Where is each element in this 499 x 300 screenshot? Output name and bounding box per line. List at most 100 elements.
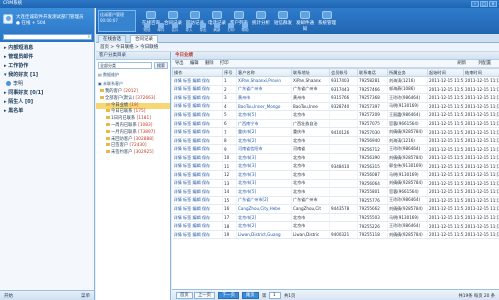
row-actions-link[interactable]: 详情 标签 编辑 保存	[174, 197, 211, 202]
row-actions-link[interactable]: 详情 标签 编辑 保存	[174, 138, 211, 143]
customer-name-link[interactable]: 黄州市	[238, 95, 250, 100]
contact-group[interactable]: ▸ 陌生人 [0]	[0, 98, 94, 107]
edit-button[interactable]: 编辑	[190, 61, 199, 66]
column-config-button[interactable]: 列配置	[478, 60, 491, 68]
customer-name-link[interactable]: 北京市[3]	[238, 172, 256, 177]
column-header[interactable]: 序号	[222, 68, 237, 77]
row-actions-link[interactable]: 详情 标签 编辑 保存	[174, 232, 211, 237]
row-actions-link[interactable]: 详情 标签 编辑 保存	[174, 121, 211, 126]
data-maintenance-link[interactable]: ▤ 数据维护	[98, 72, 168, 78]
page-input[interactable]: 1	[269, 292, 281, 299]
table-row[interactable]: 详情 标签 编辑 保存 17 北京市[2] 北京市 79255503 马明(9130169…	[172, 213, 499, 223]
row-actions-link[interactable]: 详情 标签 编辑 保存	[174, 78, 211, 83]
profile-status[interactable]: ● 在线 + 504	[16, 20, 46, 26]
last-page-button[interactable]: 尾页	[242, 292, 259, 299]
row-actions-link[interactable]: 详情 标签 编辑 保存	[174, 189, 211, 194]
row-actions-link[interactable]: 详情 标签 编辑 保存	[174, 180, 211, 185]
table-row[interactable]: 详情 标签 编辑 保存 12 北京市[3] 北京市 79256087 马明(9130169…	[172, 170, 499, 180]
row-actions-link[interactable]: 详情 标签 编辑 保存	[174, 95, 211, 100]
category-select[interactable]: 全部分类	[98, 62, 152, 69]
quick-button[interactable]: 帮助	[238, 23, 252, 33]
row-actions-link[interactable]: 详情 标签 编辑 保存	[174, 155, 211, 160]
quick-button[interactable]: 导出	[196, 23, 210, 33]
customer-name-link[interactable]: 北京市[2]	[238, 223, 256, 228]
quick-button[interactable]: 导入	[182, 23, 196, 33]
contact-group[interactable]: ▸ 工作协作	[0, 62, 94, 71]
table-row[interactable]: 详情 标签 编辑 保存 11 北京市[3] 北京市 9348410 79256315 郭金伟…	[172, 161, 499, 171]
tree-item[interactable]: 1日内已联系 [1181]	[96, 116, 170, 123]
table-row[interactable]: 详情 标签 编辑 保存 9 河南省信阳市 河南省 79256712 王玲玲(986464)…	[172, 144, 499, 154]
tree-item[interactable]: 未签约客户 [302925]	[96, 150, 170, 157]
tab-online-chat[interactable]: 在线会话	[98, 35, 126, 43]
contact-item[interactable]: 李明	[0, 80, 94, 89]
quick-button[interactable]: 短信	[140, 23, 154, 33]
table-row[interactable]: 详情 标签 编辑 保存 10 北京市[3] 北京市 79256390 刘倩倩(928578…	[172, 153, 499, 163]
customer-name-link[interactable]: CangZhou,City,Hebe	[238, 206, 280, 211]
avatar[interactable]	[3, 14, 13, 24]
contact-group[interactable]: ▾ 我的好友 [1]	[0, 71, 94, 80]
row-actions-link[interactable]: 详情 标签 编辑 保存	[174, 129, 211, 134]
menu-button[interactable]: 菜单	[81, 293, 90, 299]
table-row[interactable]: 详情 标签 编辑 保存 8 北京市[2] 北京市 79256940 刘海涛(1216) 20…	[172, 136, 499, 146]
row-actions-link[interactable]: 详情 标签 编辑 保存	[174, 163, 211, 168]
customer-name-link[interactable]: 北京市[5]	[238, 189, 256, 194]
quick-button[interactable]: 名片	[168, 23, 182, 33]
export-button[interactable]: 导出	[175, 61, 184, 66]
table-row[interactable]: 详情 标签 编辑 保存 3 黄州市 黄州市 9315766 79257368 王玲玲(986…	[172, 93, 499, 103]
row-actions-link[interactable]: 详情 标签 编辑 保存	[174, 146, 211, 151]
customer-name-link[interactable]: Liwan,District,Guang	[238, 232, 281, 237]
row-actions-link[interactable]: 详情 标签 编辑 保存	[174, 172, 211, 177]
customer-name-link[interactable]: 北京市[3]	[238, 155, 256, 160]
customer-name-link[interactable]: 北京市[2]	[238, 215, 256, 220]
customer-name-link[interactable]: 北京市[3]	[238, 163, 256, 168]
module-button[interactable]: 统计分析	[250, 11, 272, 32]
row-actions-link[interactable]: 详情 标签 编辑 保存	[174, 112, 211, 117]
prev-page-button[interactable]: 上一页	[194, 292, 215, 299]
row-actions-link[interactable]: 详情 标签 编辑 保存	[174, 103, 211, 108]
customer-name-link[interactable]: 河南省信阳市	[238, 146, 263, 151]
customer-name-link[interactable]: 北京市[3]	[238, 180, 256, 185]
contact-group[interactable]: ▸ 黑名单	[0, 107, 94, 116]
contact-search-input[interactable]: ⌕	[3, 34, 92, 40]
table-row[interactable]: 详情 标签 编辑 保存 14 北京市[5] 北京市 79255801 官蓉(9661564…	[172, 187, 499, 197]
start-button[interactable]: 开始	[4, 293, 13, 299]
print-button[interactable]: 打印	[220, 61, 229, 66]
table-row[interactable]: 详情 标签 编辑 保存 6 广西南宁市 广西壮族自治 79257075 官蓉(966156…	[172, 119, 499, 129]
table-row[interactable]: 详情 标签 编辑 保存 1 XiPan,Shaanxi,Provin XiPan,Sh…	[172, 76, 499, 86]
module-button[interactable]: 短信群发	[272, 11, 294, 32]
column-header[interactable]: 联系电话	[357, 68, 388, 77]
quick-button[interactable]: 邮件	[154, 23, 168, 33]
column-header[interactable]: 起始时间	[427, 68, 464, 77]
tab-contract-records[interactable]: 合同记录	[130, 35, 158, 43]
row-actions-link[interactable]: 详情 标签 编辑 保存	[174, 86, 211, 91]
tree-item[interactable]: 一周内已联系 [1083]	[96, 122, 170, 130]
contact-group[interactable]: ▸ 内部短消息	[0, 44, 94, 53]
customer-name-link[interactable]: 广西南宁市	[238, 121, 258, 126]
row-actions-link[interactable]: 详情 标签 编辑 保存	[174, 223, 211, 228]
table-row[interactable]: 详情 标签 编辑 保存 13 北京市[3] 北京市 79256064 刘倩倩(928578…	[172, 179, 499, 189]
customer-name-link[interactable]: 北京市[2]	[238, 138, 256, 143]
delete-button[interactable]: 删除	[205, 61, 214, 66]
table-row[interactable]: 详情 标签 编辑 保存 19 Liwan,District,Guang Liwan,D…	[172, 230, 499, 240]
table-row[interactable]: 详情 标签 编辑 保存 18 北京市[2] 北京市 79255226 王玲玲(986464…	[172, 221, 499, 231]
maximize-button[interactable]: □	[480, 1, 488, 7]
next-page-button[interactable]: 下一页	[218, 292, 239, 299]
module-button[interactable]: 发邮件通知	[294, 11, 316, 32]
tree-item[interactable]: 全部客户(默认) [372663]	[96, 95, 170, 103]
row-actions-link[interactable]: 详情 标签 编辑 保存	[174, 206, 211, 211]
table-row[interactable]: 详情 标签 编辑 保存 15 广东省广州市[2] 广东省广州市 79255776 王玲玲(…	[172, 196, 499, 206]
column-header[interactable]: 操作	[172, 68, 223, 77]
contact-group[interactable]: ▸ 管理员邮件	[0, 53, 94, 62]
column-header[interactable]: 客户名称	[236, 68, 292, 77]
module-button[interactable]: 系统管理	[316, 11, 338, 32]
quick-button[interactable]: 打印	[224, 23, 238, 33]
quick-button[interactable]: 刷新	[210, 23, 224, 33]
table-row[interactable]: 详情 标签 编辑 保存 16 CangZhou,City,Hebe CangZhou,…	[172, 204, 499, 214]
customer-name-link[interactable]: 北京市[5]	[238, 112, 256, 117]
table-row[interactable]: 详情 标签 编辑 保存 5 北京市[5] 北京市 79257209 王丽霞(986464)…	[172, 110, 499, 120]
refresh-button[interactable]: 刷新	[457, 60, 466, 68]
close-button[interactable]: ×	[489, 1, 497, 7]
column-header[interactable]: 联系地址	[291, 68, 330, 77]
row-actions-link[interactable]: 详情 标签 编辑 保存	[174, 215, 211, 220]
search-icon[interactable]: ⌕	[87, 35, 90, 40]
